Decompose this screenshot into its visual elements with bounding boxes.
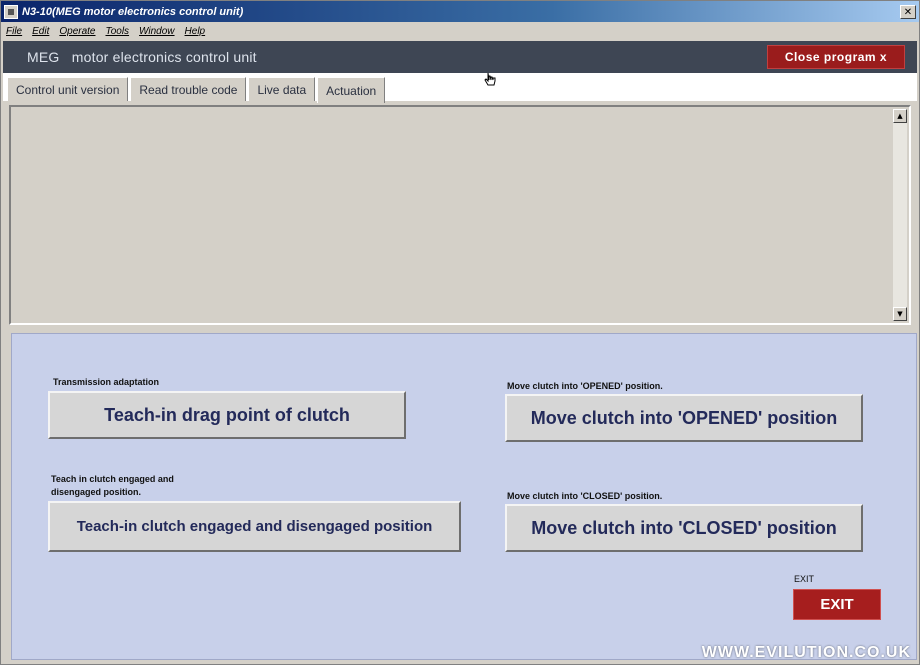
output-text-panel[interactable]: ▲ ▼ — [9, 105, 911, 325]
teach-engaged-caption-line2: disengaged position. — [51, 487, 142, 497]
teach-engaged-caption-line1: Teach in clutch engaged and — [51, 474, 174, 484]
menu-help[interactable]: Help — [180, 26, 211, 37]
tab-control-unit-version[interactable]: Control unit version — [7, 77, 129, 101]
move-clutch-closed-button[interactable]: Move clutch into 'CLOSED' position — [505, 504, 863, 552]
menu-operate[interactable]: Operate — [54, 26, 100, 37]
module-header: MEG motor electronics control unit Close… — [3, 41, 917, 73]
teach-drag-point-button[interactable]: Teach-in drag point of clutch — [48, 391, 406, 439]
move-clutch-opened-button[interactable]: Move clutch into 'OPENED' position — [505, 394, 863, 442]
menu-bar: File Edit Operate Tools Window Help — [1, 22, 919, 40]
teach-engaged-disengaged-button[interactable]: Teach-in clutch engaged and disengaged p… — [48, 501, 461, 552]
close-program-button[interactable]: Close program x — [767, 45, 905, 69]
menu-tools[interactable]: Tools — [101, 26, 135, 37]
menu-window[interactable]: Window — [134, 26, 179, 37]
move-opened-caption: Move clutch into 'OPENED' position. — [507, 381, 663, 391]
scroll-down-icon[interactable]: ▼ — [893, 307, 907, 321]
module-title: MEG motor electronics control unit — [27, 49, 257, 65]
tab-live-data[interactable]: Live data — [248, 77, 316, 101]
app-icon — [4, 4, 18, 19]
tab-strip: Control unit version Read trouble code L… — [3, 73, 917, 103]
application-window: N3-10(MEG motor electronics control unit… — [0, 0, 920, 665]
scroll-up-icon[interactable]: ▲ — [893, 109, 907, 123]
move-closed-caption: Move clutch into 'CLOSED' position. — [507, 491, 663, 501]
transmission-adaptation-caption: Transmission adaptation — [53, 377, 160, 387]
exit-button[interactable]: EXIT — [793, 589, 881, 620]
menu-file[interactable]: File — [1, 26, 27, 37]
hand-cursor-icon — [484, 72, 496, 86]
window-title: N3-10(MEG motor electronics control unit… — [22, 5, 244, 18]
menu-edit[interactable]: Edit — [27, 26, 54, 37]
vertical-scrollbar[interactable]: ▲ ▼ — [893, 109, 907, 321]
tab-read-trouble-code[interactable]: Read trouble code — [130, 77, 247, 101]
watermark: WWW.EVILUTION.CO.UK — [701, 644, 911, 661]
actuation-panel: Transmission adaptation Teach-in drag po… — [11, 333, 917, 660]
window-close-icon[interactable]: ✕ — [900, 4, 916, 19]
exit-caption: EXIT — [794, 574, 815, 584]
tab-actuation[interactable]: Actuation — [317, 77, 386, 103]
title-bar[interactable]: N3-10(MEG motor electronics control unit… — [1, 1, 919, 22]
